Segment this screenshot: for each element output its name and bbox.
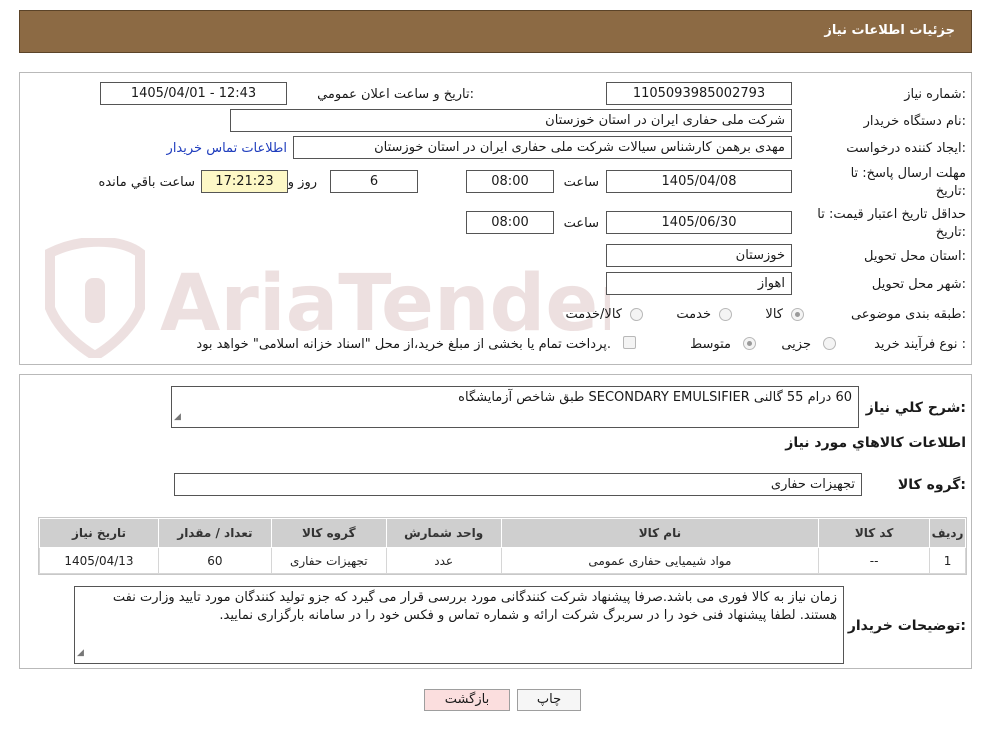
page-header: جزئیات اطلاعات نیاز bbox=[19, 10, 972, 53]
price-validity-label-2: تاریخ: bbox=[935, 225, 966, 240]
goods-group-label: گروه کالا: bbox=[897, 477, 966, 493]
col-date-header: تاریخ نیاز bbox=[39, 518, 159, 548]
summary-field: 60 درام 55 گالنی SECONDARY EMULSIFIER طب… bbox=[171, 386, 859, 428]
goods-info-title: اطلاعات کالاهاي مورد نیاز bbox=[785, 435, 966, 451]
cell-unit: عدد bbox=[385, 547, 502, 574]
col-name-header: نام کالا bbox=[500, 518, 820, 548]
treasury-checkbox[interactable] bbox=[623, 336, 636, 349]
resize-handle-icon[interactable]: ◢ bbox=[174, 408, 181, 426]
summary-text: 60 درام 55 گالنی SECONDARY EMULSIFIER طب… bbox=[458, 390, 852, 405]
goods-table: ردیف کد کالا نام کالا واحد شمارش گروه کا… bbox=[38, 517, 967, 575]
buyer-notes-text: زمان نیاز به کالا فوری می باشد.صرفا پیشن… bbox=[112, 590, 837, 623]
purchase-minor-label: جزیی bbox=[781, 337, 811, 352]
goods-group-field: تجهیزات حفاری bbox=[174, 473, 862, 496]
province-field: خوزستان bbox=[606, 244, 792, 267]
col-row-header: ردیف bbox=[929, 518, 966, 548]
validity-time-label: ساعت bbox=[563, 216, 599, 231]
purchase-medium-radio[interactable] bbox=[743, 337, 756, 350]
print-button[interactable]: چاپ bbox=[517, 689, 581, 711]
requester-field: مهدی برهمن کارشناس سیالات شرکت ملی حفاری… bbox=[293, 136, 792, 159]
days-label: روز و bbox=[287, 175, 317, 190]
buyer-org-label: نام دستگاه خریدار: bbox=[863, 114, 966, 129]
resize-handle-icon[interactable]: ◢ bbox=[77, 644, 84, 662]
price-validity-label: حداقل تاریخ اعتبار قیمت: تا bbox=[817, 207, 966, 222]
col-unit-header: واحد شمارش bbox=[385, 518, 502, 548]
category-goods-service-label: کالا/خدمت bbox=[565, 307, 622, 322]
cell-row: 1 bbox=[929, 547, 966, 574]
back-button[interactable]: بازگشت bbox=[424, 689, 510, 711]
purchase-type-label: نوع فرآیند خرید : bbox=[874, 337, 966, 352]
col-group-header: گروه کالا bbox=[270, 518, 387, 548]
cell-group: تجهیزات حفاری bbox=[270, 547, 387, 574]
need-number-field: 1105093985002793 bbox=[606, 82, 792, 105]
remaining-days-field: 6 bbox=[330, 170, 418, 193]
category-goods-radio[interactable] bbox=[791, 308, 804, 321]
deadline-date-field: 1405/04/08 bbox=[606, 170, 792, 193]
deadline-time-label: ساعت bbox=[563, 175, 599, 190]
col-code-header: کد کالا bbox=[818, 518, 931, 548]
purchase-minor-radio[interactable] bbox=[823, 337, 836, 350]
city-field: اهواز bbox=[606, 272, 792, 295]
deadline-time-field: 08:00 bbox=[466, 170, 554, 193]
buyer-org-field: شرکت ملی حفاری ایران در استان خوزستان bbox=[230, 109, 792, 132]
category-service-radio[interactable] bbox=[719, 308, 732, 321]
province-label: استان محل تحویل: bbox=[864, 249, 966, 264]
treasury-note: پرداخت تمام یا بخشی از مبلغ خرید،از محل … bbox=[196, 337, 611, 352]
table-row: 1 -- مواد شیمیایی حفاری عمومی عدد تجهیزا… bbox=[39, 547, 966, 574]
category-service-label: خدمت bbox=[676, 307, 711, 322]
announce-datetime-field: 1405/04/01 - 12:43 bbox=[100, 82, 287, 105]
remaining-time-label: ساعت باقي مانده bbox=[98, 175, 195, 190]
deadline-label-2: تاریخ: bbox=[935, 184, 966, 199]
category-goods-label: کالا bbox=[765, 307, 783, 322]
announce-label: تاریخ و ساعت اعلان عمومي: bbox=[317, 87, 474, 102]
category-label: طبقه بندی موضوعی: bbox=[850, 307, 966, 322]
cell-code: -- bbox=[818, 547, 931, 574]
table-header-row: ردیف کد کالا نام کالا واحد شمارش گروه کا… bbox=[39, 518, 966, 548]
cell-qty: 60 bbox=[157, 547, 272, 574]
buyer-contact-link[interactable]: اطلاعات تماس خریدار bbox=[167, 141, 287, 156]
price-validity-date-field: 1405/06/30 bbox=[606, 211, 792, 234]
requester-label: ایجاد کننده درخواست: bbox=[846, 141, 966, 156]
summary-label: شرح کلي نیاز: bbox=[865, 400, 966, 416]
page-title: جزئیات اطلاعات نیاز bbox=[824, 23, 955, 38]
category-goods-service-radio[interactable] bbox=[630, 308, 643, 321]
price-validity-time-field: 08:00 bbox=[466, 211, 554, 234]
city-label: شهر محل تحویل: bbox=[871, 277, 966, 292]
cell-date: 1405/04/13 bbox=[39, 547, 159, 574]
purchase-medium-label: متوسط bbox=[690, 337, 731, 352]
need-number-label: شماره نیاز: bbox=[904, 87, 966, 102]
buyer-notes-label: توضیحات خریدار: bbox=[847, 618, 966, 634]
cell-name: مواد شیمیایی حفاری عمومی bbox=[500, 547, 820, 574]
remaining-time-field: 17:21:23 bbox=[201, 170, 288, 193]
col-qty-header: تعداد / مقدار bbox=[157, 518, 272, 548]
deadline-label: مهلت ارسال پاسخ: تا bbox=[850, 166, 966, 181]
buyer-notes-field: زمان نیاز به کالا فوری می باشد.صرفا پیشن… bbox=[74, 586, 844, 664]
